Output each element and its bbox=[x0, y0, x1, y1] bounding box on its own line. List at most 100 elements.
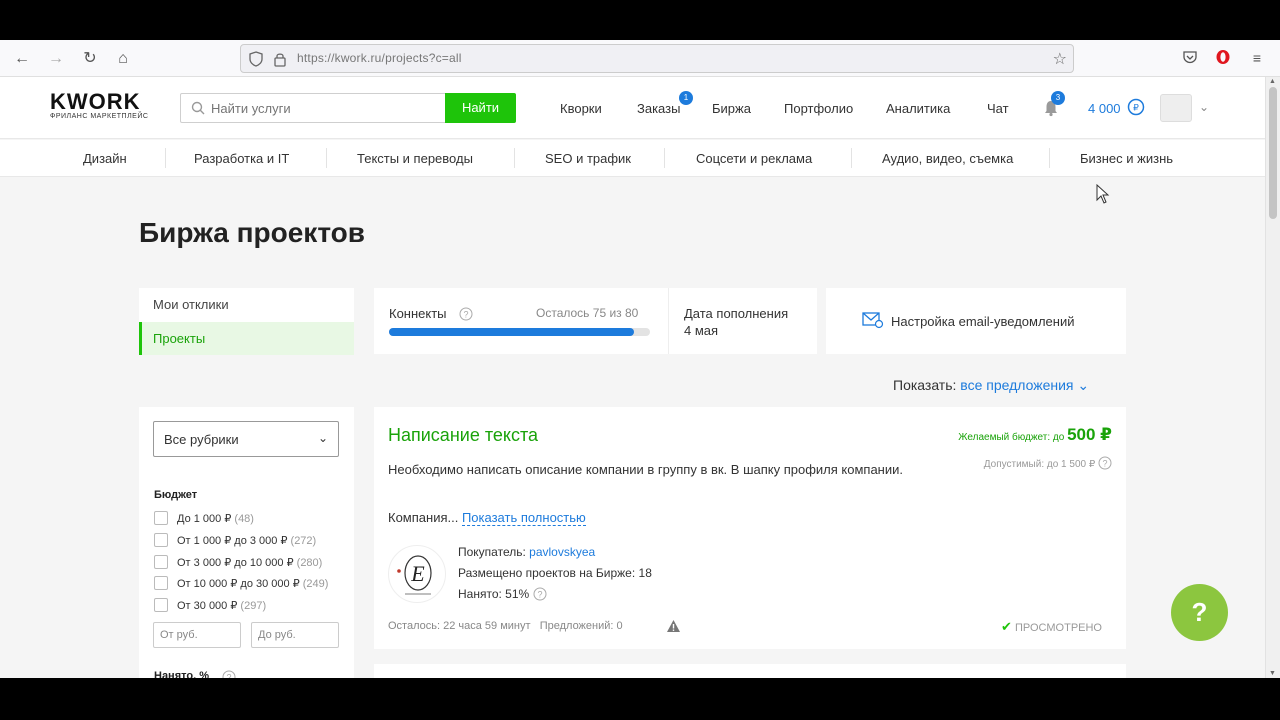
project-title[interactable]: Написание текста bbox=[388, 425, 538, 446]
buyer-avatar[interactable]: E bbox=[388, 545, 446, 603]
menu-hamburger-icon[interactable]: ≡ bbox=[1248, 49, 1266, 67]
category-divider bbox=[326, 148, 327, 168]
projects-menu: Мои отклики Проекты bbox=[139, 288, 354, 355]
category-seo[interactable]: SEO и трафик bbox=[545, 151, 631, 166]
home-icon[interactable]: ⌂ bbox=[113, 49, 133, 69]
budget-label: Желаемый бюджет: до bbox=[958, 432, 1065, 443]
budget-option-label: От 10 000 ₽ до 30 000 ₽ bbox=[177, 578, 300, 590]
category-development[interactable]: Разработка и IT bbox=[194, 151, 289, 166]
page-scrollbar[interactable]: ▲ ▼ bbox=[1265, 77, 1280, 678]
nav-portfolio[interactable]: Портфолио bbox=[784, 101, 853, 116]
kwork-logo[interactable]: KWORK ФРИЛАНС МАРКЕТПЛЕЙС bbox=[50, 91, 149, 121]
category-media[interactable]: Аудио, видео, съемка bbox=[882, 151, 1013, 166]
warning-icon[interactable] bbox=[666, 619, 681, 633]
checkbox[interactable] bbox=[154, 576, 168, 590]
category-smm[interactable]: Соцсети и реклама bbox=[696, 151, 812, 166]
allowed-budget: Допустимый: до 1 500 ₽ ? bbox=[984, 456, 1112, 470]
balance-amount[interactable]: 4 000 bbox=[1088, 101, 1121, 116]
buyer-logo-icon: E bbox=[397, 555, 432, 595]
checkbox[interactable] bbox=[154, 598, 168, 612]
budget-option-count: (249) bbox=[302, 578, 329, 590]
show-filter-dropdown[interactable]: все предложения bbox=[960, 377, 1073, 393]
category-bar: Дизайн Разработка и IT Тексты и переводы… bbox=[0, 140, 1265, 177]
menu-projects[interactable]: Проекты bbox=[139, 322, 354, 355]
category-texts[interactable]: Тексты и переводы bbox=[357, 151, 473, 166]
connects-progress-bar bbox=[389, 328, 650, 336]
nav-exchange[interactable]: Биржа bbox=[712, 101, 751, 116]
project-budget: Желаемый бюджет: до 500 ₽ bbox=[958, 425, 1112, 445]
show-filter: Показать: все предложения ⌄ bbox=[893, 377, 1089, 394]
category-design[interactable]: Дизайн bbox=[83, 151, 127, 166]
buyer-hired-text: Нанято: 51% bbox=[458, 587, 530, 601]
opera-icon[interactable] bbox=[1214, 49, 1232, 67]
budget-option-count: (297) bbox=[240, 600, 267, 612]
pocket-icon[interactable] bbox=[1181, 49, 1199, 67]
connects-panel: Коннекты ? Осталось 75 из 80 Дата пополн… bbox=[374, 288, 817, 354]
buyer-projects-placed: Размещено проектов на Бирже: 18 bbox=[458, 566, 652, 580]
buyer-hired: Нанято: 51% ? bbox=[458, 587, 547, 601]
category-divider bbox=[165, 148, 166, 168]
checkbox[interactable] bbox=[154, 555, 168, 569]
chevron-down-icon[interactable]: ⌄ bbox=[1077, 377, 1089, 393]
checkmark-icon: ✔ bbox=[1001, 619, 1012, 634]
checkbox[interactable] bbox=[154, 511, 168, 525]
logo-subtitle: ФРИЛАНС МАРКЕТПЛЕЙС bbox=[50, 113, 149, 120]
lock-icon bbox=[274, 53, 286, 67]
orders-badge: 1 bbox=[679, 91, 693, 105]
project-more: Компания... Показать полностью bbox=[388, 510, 586, 526]
scroll-up-arrow-icon[interactable]: ▲ bbox=[1269, 78, 1276, 85]
search-button[interactable]: Найти bbox=[445, 93, 516, 123]
budget-option-count: (280) bbox=[296, 557, 323, 569]
rubric-select-value: Все рубрики bbox=[164, 432, 239, 447]
description-preview: Компания... bbox=[388, 510, 459, 525]
buyer-line: Покупатель: pavlovskyea bbox=[458, 545, 595, 559]
connects-remaining: Осталось 75 из 80 bbox=[536, 306, 639, 320]
budget-to-input[interactable]: До руб. bbox=[251, 622, 339, 648]
project-meta: Осталось: 22 часа 59 минут Предложений: … bbox=[388, 620, 623, 632]
rubric-select[interactable]: Все рубрики ⌄ bbox=[153, 421, 339, 457]
address-bar[interactable]: https://kwork.ru/projects?c=all ☆ bbox=[240, 44, 1074, 73]
nav-orders[interactable]: Заказы bbox=[637, 101, 680, 116]
svg-text:?: ? bbox=[537, 590, 542, 600]
bookmark-star-icon[interactable]: ☆ bbox=[1053, 49, 1067, 69]
help-circle-icon[interactable]: ? bbox=[459, 307, 473, 321]
help-button[interactable]: ? bbox=[1171, 584, 1228, 641]
scroll-thumb[interactable] bbox=[1269, 87, 1277, 219]
budget-from-input[interactable]: От руб. bbox=[153, 622, 241, 648]
category-business[interactable]: Бизнес и жизнь bbox=[1080, 151, 1173, 166]
help-circle-icon[interactable]: ? bbox=[222, 670, 236, 678]
mouse-cursor-icon bbox=[1096, 184, 1110, 204]
budget-option-label: До 1 000 ₽ bbox=[177, 513, 232, 525]
help-circle-icon[interactable]: ? bbox=[533, 587, 547, 601]
hired-heading: Нанято, % bbox=[154, 670, 209, 678]
show-filter-label: Показать: bbox=[893, 377, 957, 393]
project-card: Написание текста Желаемый бюджет: до 500… bbox=[374, 407, 1126, 649]
budget-amount: 500 ₽ bbox=[1067, 425, 1112, 444]
search-input[interactable] bbox=[211, 98, 436, 118]
forward-arrow-icon[interactable]: → bbox=[46, 49, 66, 69]
filters-sidebar: Все рубрики ⌄ Бюджет До 1 000 ₽ (48) От … bbox=[139, 407, 354, 678]
show-full-link[interactable]: Показать полностью bbox=[461, 510, 586, 526]
category-divider bbox=[1049, 148, 1050, 168]
reload-icon[interactable]: ↻ bbox=[80, 49, 100, 69]
help-circle-icon[interactable]: ? bbox=[1098, 456, 1112, 470]
user-avatar[interactable] bbox=[1160, 94, 1192, 122]
email-settings-icon bbox=[862, 312, 884, 329]
menu-my-responses[interactable]: Мои отклики bbox=[139, 288, 354, 321]
svg-text:?: ? bbox=[463, 310, 468, 320]
budget-option-count: (272) bbox=[290, 535, 317, 547]
nav-kworks[interactable]: Кворки bbox=[560, 101, 602, 116]
svg-text:?: ? bbox=[226, 673, 231, 679]
checkbox[interactable] bbox=[154, 533, 168, 547]
buyer-name-link[interactable]: pavlovskyea bbox=[529, 545, 595, 559]
scroll-down-arrow-icon[interactable]: ▼ bbox=[1269, 670, 1276, 677]
back-arrow-icon[interactable]: ← bbox=[12, 49, 32, 69]
svg-text:?: ? bbox=[1102, 459, 1107, 469]
nav-analytics[interactable]: Аналитика bbox=[886, 101, 950, 116]
chevron-down-icon[interactable]: ⌄ bbox=[1199, 100, 1209, 114]
search-icon bbox=[191, 101, 205, 115]
browser-window: ← → ↻ ⌂ https://kwork.ru/projects?c=all … bbox=[0, 40, 1280, 678]
email-settings-panel[interactable]: Настройка email-уведомлений bbox=[826, 288, 1126, 354]
notifications-badge: 3 bbox=[1051, 91, 1065, 105]
nav-chat[interactable]: Чат bbox=[987, 101, 1009, 116]
